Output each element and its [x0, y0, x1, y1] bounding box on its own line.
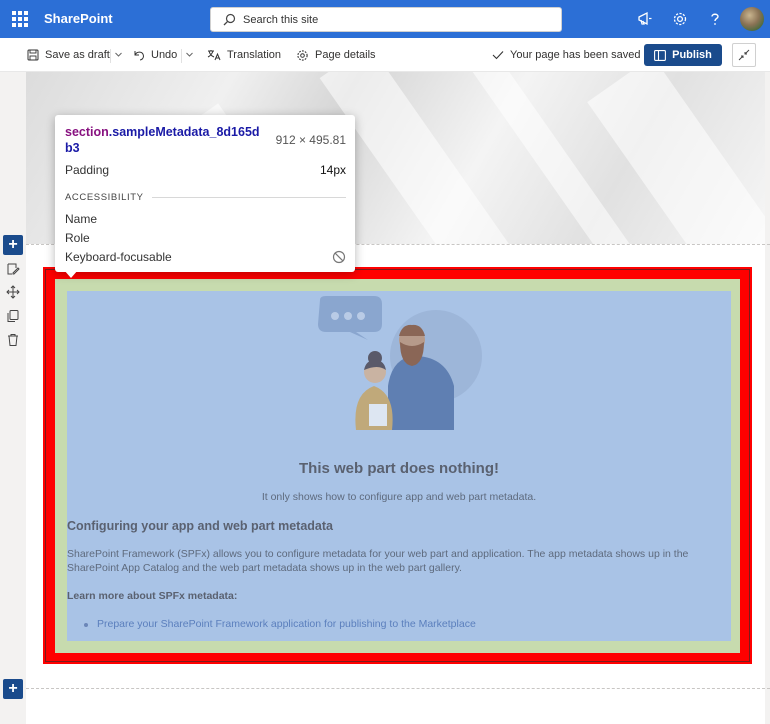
padding-value: 14px: [319, 163, 346, 177]
undo-label: Undo: [151, 49, 178, 61]
collapse-button[interactable]: [732, 43, 756, 67]
translation-label: Translation: [227, 49, 282, 61]
checkmark-icon: [492, 51, 504, 60]
save-status: Your page has been saved: [492, 38, 640, 72]
tooltip-arrow: [64, 270, 78, 278]
inspect-tooltip: section.sampleMetadata_8d165db3 912 × 49…: [55, 115, 355, 272]
name-label: Name: [65, 212, 98, 226]
keyboard-focusable-row: Keyboard-focusable: [65, 250, 346, 264]
not-allowed-icon: [332, 250, 346, 264]
webpart-heading: Configuring your app and web part metada…: [67, 519, 333, 533]
publish-button[interactable]: Publish: [644, 44, 722, 66]
people-illustration: [318, 296, 482, 430]
help-icon[interactable]: [706, 10, 724, 28]
webpart-paragraph: SharePoint Framework (SPFx) allows you t…: [67, 548, 689, 574]
plus-icon: +: [8, 680, 18, 697]
page-details-label: Page details: [315, 49, 376, 61]
undo-icon: [134, 51, 145, 61]
webpart-title: This web part does nothing!: [299, 460, 499, 477]
add-section-button[interactable]: +: [3, 235, 23, 255]
padding-row: Padding 14px: [65, 163, 346, 177]
app-name[interactable]: SharePoint: [44, 11, 113, 26]
gear-icon: [297, 49, 308, 61]
edit-section-icon[interactable]: [6, 262, 20, 276]
collapse-icon: [738, 49, 750, 61]
page-details-button[interactable]: Page details: [296, 38, 376, 72]
move-icon[interactable]: [6, 285, 20, 299]
megaphone-icon[interactable]: [636, 10, 654, 28]
save-status-text: Your page has been saved: [510, 49, 641, 61]
name-row: Name: [65, 212, 346, 226]
save-as-draft-label: Save as draft: [45, 49, 110, 61]
divider: [110, 49, 111, 63]
duplicate-icon[interactable]: [6, 309, 20, 323]
delete-icon[interactable]: [6, 333, 20, 347]
right-scroll-rail[interactable]: [765, 72, 770, 724]
app-launcher-icon[interactable]: [12, 11, 28, 27]
section-divider: [26, 688, 770, 689]
translation-button[interactable]: Translation: [207, 38, 281, 72]
search-icon: [223, 13, 236, 26]
webpart-subtitle: It only shows how to configure app and w…: [261, 491, 537, 503]
padding-label: Padding: [65, 163, 110, 177]
marketplace-link[interactable]: Prepare your SharePoint Framework applic…: [97, 618, 476, 630]
chevron-down-icon[interactable]: [185, 50, 194, 59]
left-rail: [0, 72, 26, 724]
divider: [181, 49, 182, 63]
publish-icon: [654, 49, 667, 61]
plus-icon: +: [8, 236, 18, 253]
save-icon: [27, 49, 39, 61]
accessibility-section-title: ACCESSIBILITY: [65, 192, 346, 203]
publish-label: Publish: [672, 49, 712, 61]
role-row: Role: [65, 231, 346, 245]
user-avatar[interactable]: [740, 7, 764, 31]
selector-tag: section: [65, 125, 109, 139]
keyboard-focusable-label: Keyboard-focusable: [65, 250, 172, 264]
suite-bar: SharePoint: [0, 0, 770, 38]
translation-icon: [207, 50, 221, 61]
element-size: 912 × 495.81: [275, 133, 346, 147]
learn-more-label: Learn more about SPFx metadata:: [67, 590, 238, 602]
save-as-draft-button[interactable]: Save as draft: [27, 38, 110, 72]
role-label: Role: [65, 231, 90, 245]
accessibility-heading: ACCESSIBILITY: [65, 192, 144, 203]
add-section-button-bottom[interactable]: +: [3, 679, 23, 699]
undo-button[interactable]: Undo: [133, 38, 177, 72]
list-bullet: [84, 623, 88, 627]
search-box[interactable]: [210, 7, 562, 32]
settings-gear-icon[interactable]: [671, 10, 689, 28]
chevron-down-icon[interactable]: [114, 50, 123, 59]
search-input[interactable]: [243, 11, 543, 29]
element-selector: section.sampleMetadata_8d165db3: [65, 124, 265, 156]
